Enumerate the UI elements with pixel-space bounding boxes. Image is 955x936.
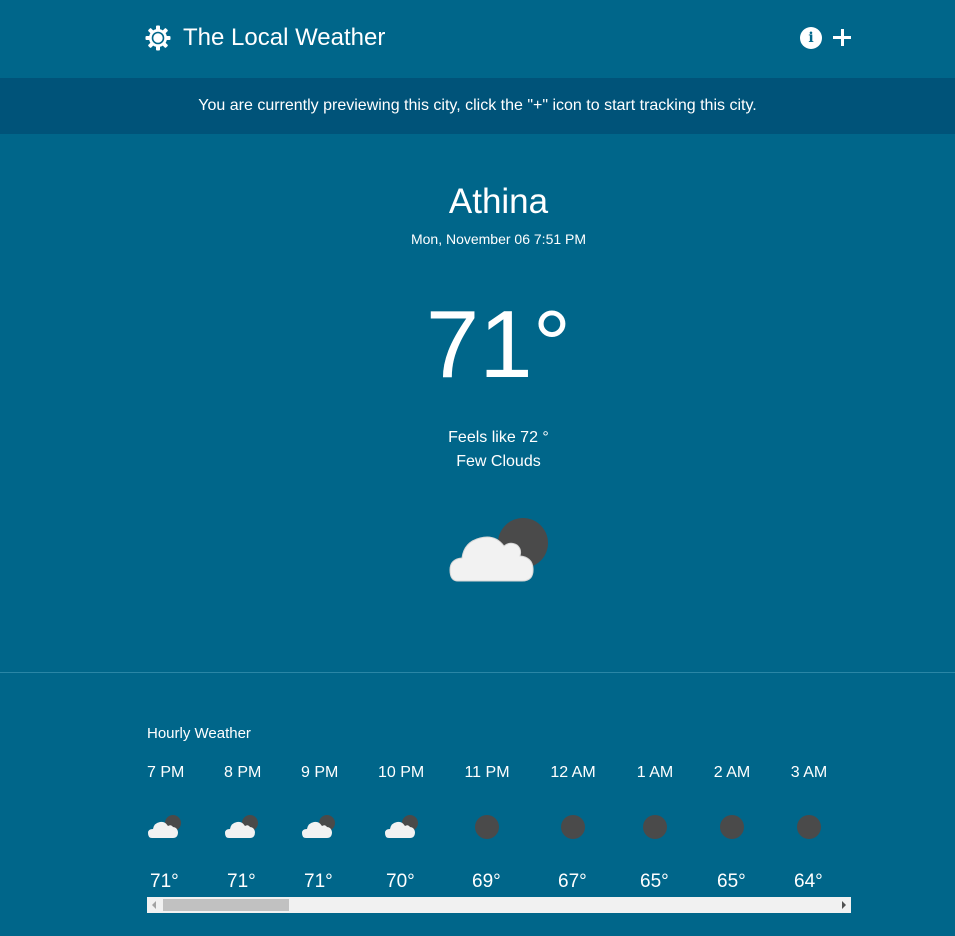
hour-time: 3 AM xyxy=(790,764,828,781)
cloud-moon-icon xyxy=(302,815,335,838)
hour-temp: 65° xyxy=(640,871,669,892)
section-divider xyxy=(0,672,955,673)
hour-temp: 71° xyxy=(150,871,179,892)
hour-time: 8 PM xyxy=(224,764,262,781)
feels-like: Feels like 72 ° xyxy=(448,429,549,446)
cloud-moon-icon xyxy=(225,815,258,838)
hour-temp: 71° xyxy=(304,871,333,892)
hourly-item: 1 AM 65° xyxy=(636,760,674,898)
moon-icon xyxy=(475,815,499,839)
preview-banner: You are currently previewing this city, … xyxy=(0,78,955,134)
hourly-item: 11 PM 69° xyxy=(464,760,510,898)
plus-icon[interactable] xyxy=(832,26,852,50)
hourly-item: 10 PM 70° xyxy=(378,760,424,898)
hourly-item: 9 PM 71° xyxy=(301,760,339,898)
hour-time: 9 PM xyxy=(301,764,339,781)
hour-temp: 64° xyxy=(794,871,823,892)
hourly-item: 8 PM 71° xyxy=(224,760,262,898)
current-datetime: Mon, November 06 7:51 PM xyxy=(410,231,587,247)
moon-icon xyxy=(720,815,744,839)
hour-time: 1 AM xyxy=(636,764,674,781)
horizontal-scrollbar[interactable] xyxy=(147,897,851,913)
scrollbar-thumb[interactable] xyxy=(163,899,289,911)
moon-icon xyxy=(643,815,667,839)
weather-condition: Few Clouds xyxy=(456,453,541,470)
cloud-moon-icon xyxy=(148,815,181,838)
hourly-item: 7 PM 71° xyxy=(147,760,185,898)
hour-temp: 65° xyxy=(717,871,746,892)
sun-gear-icon xyxy=(145,25,171,51)
hourly-item: 2 AM 65° xyxy=(713,760,751,898)
hour-time: 2 AM xyxy=(713,764,751,781)
hour-temp: 69° xyxy=(472,871,501,892)
cloud-moon-icon xyxy=(449,518,548,582)
hour-time: 7 PM xyxy=(147,764,185,781)
moon-icon xyxy=(797,815,821,839)
hour-temp: 71° xyxy=(227,871,256,892)
hour-time: 11 PM xyxy=(464,764,510,781)
hourly-list[interactable]: 7 PM 71° 8 PM 71° 9 PM 71° 10 PM 70° 11 … xyxy=(147,760,851,898)
current-temperature: 71° xyxy=(425,291,572,398)
cloud-moon-icon xyxy=(385,815,418,838)
app-header: The Local Weather i xyxy=(0,0,955,78)
hourly-title: Hourly Weather xyxy=(147,725,251,742)
city-name: Athina xyxy=(448,182,549,221)
hour-time: 12 AM xyxy=(550,764,596,781)
app-title: The Local Weather xyxy=(183,24,386,51)
hour-temp: 67° xyxy=(558,871,587,892)
hour-temp: 70° xyxy=(386,871,415,892)
hour-time: 10 PM xyxy=(378,764,425,781)
moon-icon xyxy=(561,815,585,839)
hourly-item: 12 AM 67° xyxy=(550,760,596,898)
brand: The Local Weather xyxy=(145,22,385,54)
scroll-left-arrow-icon[interactable] xyxy=(152,901,156,909)
hourly-item: 3 AM 64° xyxy=(790,760,828,898)
scroll-right-arrow-icon[interactable] xyxy=(842,901,846,909)
info-icon[interactable]: i xyxy=(800,27,822,49)
